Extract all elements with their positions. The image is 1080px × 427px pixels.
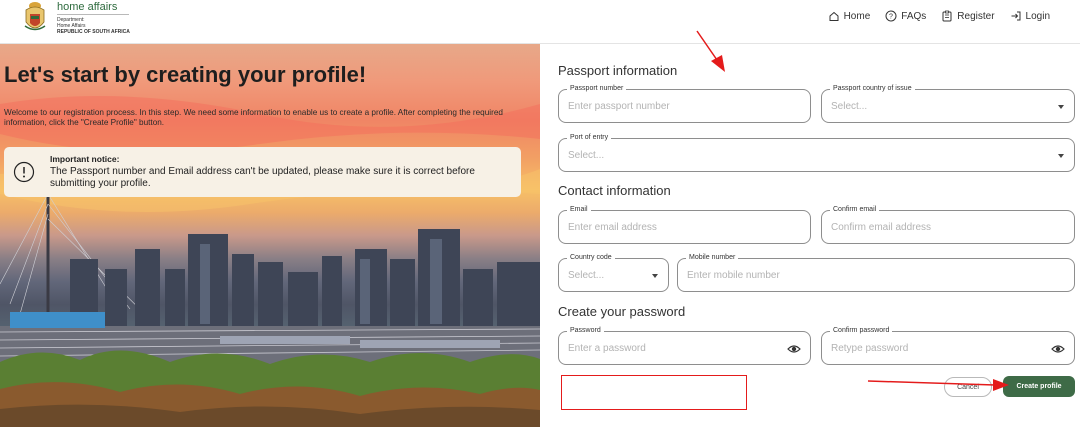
nav-faqs-link[interactable]: ? FAQs xyxy=(885,10,926,22)
coat-of-arms-logo xyxy=(24,2,46,31)
top-nav: Home ? FAQs Register Login xyxy=(828,10,1050,22)
nav-home-link[interactable]: Home xyxy=(828,10,871,22)
caret-down-icon xyxy=(1058,154,1064,158)
confirm-password-input[interactable] xyxy=(831,332,1046,364)
password-section-title: Create your password xyxy=(558,304,686,319)
intro-text: Welcome to our registration process. In … xyxy=(4,108,503,127)
cancel-button[interactable]: Cancel xyxy=(944,377,992,397)
brand-block: home affairs Department: Home Affairs RE… xyxy=(57,1,130,35)
top-header: home affairs Department: Home Affairs RE… xyxy=(0,0,1080,44)
annotation-highlight-box xyxy=(561,375,747,410)
mobile-number-field[interactable]: Mobile number xyxy=(677,253,1075,292)
register-icon xyxy=(942,10,952,22)
brand-divider xyxy=(57,14,129,15)
passport-country-select[interactable]: Passport country of issue Select... xyxy=(821,84,1075,123)
svg-text:?: ? xyxy=(889,14,893,21)
country-code-select[interactable]: Country code Select... xyxy=(558,253,669,292)
exclamation-circle-icon xyxy=(13,161,35,183)
nav-home-label: Home xyxy=(843,10,871,22)
question-circle-icon: ? xyxy=(885,10,897,22)
password-input[interactable] xyxy=(568,332,782,364)
passport-number-input[interactable] xyxy=(568,90,782,122)
port-of-entry-select[interactable]: Port of entry Select... xyxy=(558,133,1075,172)
confirm-email-input[interactable] xyxy=(831,211,1046,243)
confirm-password-field[interactable]: Confirm password xyxy=(821,326,1075,365)
notice-title: Important notice: xyxy=(50,154,120,164)
important-notice: Important notice: The Passport number an… xyxy=(4,147,521,197)
mobile-number-input[interactable] xyxy=(687,259,1046,291)
nav-register-label: Register xyxy=(957,10,995,22)
notice-body: The Passport number and Email address ca… xyxy=(50,166,475,189)
email-field[interactable]: Email xyxy=(558,205,811,244)
home-icon xyxy=(829,11,839,21)
eye-icon[interactable] xyxy=(787,342,801,356)
confirm-email-field[interactable]: Confirm email xyxy=(821,205,1075,244)
country-code-value: Select... xyxy=(568,270,605,281)
nav-login-link[interactable]: Login xyxy=(1010,10,1050,22)
password-field[interactable]: Password xyxy=(558,326,811,365)
brand-subtitle-3: REPUBLIC OF SOUTH AFRICA xyxy=(57,29,130,35)
caret-down-icon xyxy=(1058,105,1064,109)
city-skyline-image xyxy=(0,96,540,427)
nav-faqs-label: FAQs xyxy=(901,10,927,22)
page-title: Let's start by creating your profile! xyxy=(4,62,367,87)
port-of-entry-value: Select... xyxy=(568,150,605,161)
nav-register-link[interactable]: Register xyxy=(941,10,995,22)
port-of-entry-label: Port of entry xyxy=(567,133,612,143)
login-icon xyxy=(1011,11,1021,21)
hero-panel: Let's start by creating your profile! We… xyxy=(0,44,540,427)
passport-country-label: Passport country of issue xyxy=(830,84,915,94)
email-input[interactable] xyxy=(568,211,782,243)
country-code-label: Country code xyxy=(567,253,615,263)
eye-icon[interactable] xyxy=(1051,342,1065,356)
contact-section-title: Contact information xyxy=(558,183,671,198)
create-profile-button[interactable]: Create profile xyxy=(1003,376,1075,397)
brand-title: home affairs xyxy=(57,1,118,13)
passport-country-value: Select... xyxy=(831,101,868,112)
passport-number-field[interactable]: Passport number xyxy=(558,84,811,123)
caret-down-icon xyxy=(652,274,658,278)
nav-login-label: Login xyxy=(1025,10,1050,22)
passport-section-title: Passport information xyxy=(558,63,678,78)
registration-form: Passport information Passport number Pas… xyxy=(540,44,1080,427)
